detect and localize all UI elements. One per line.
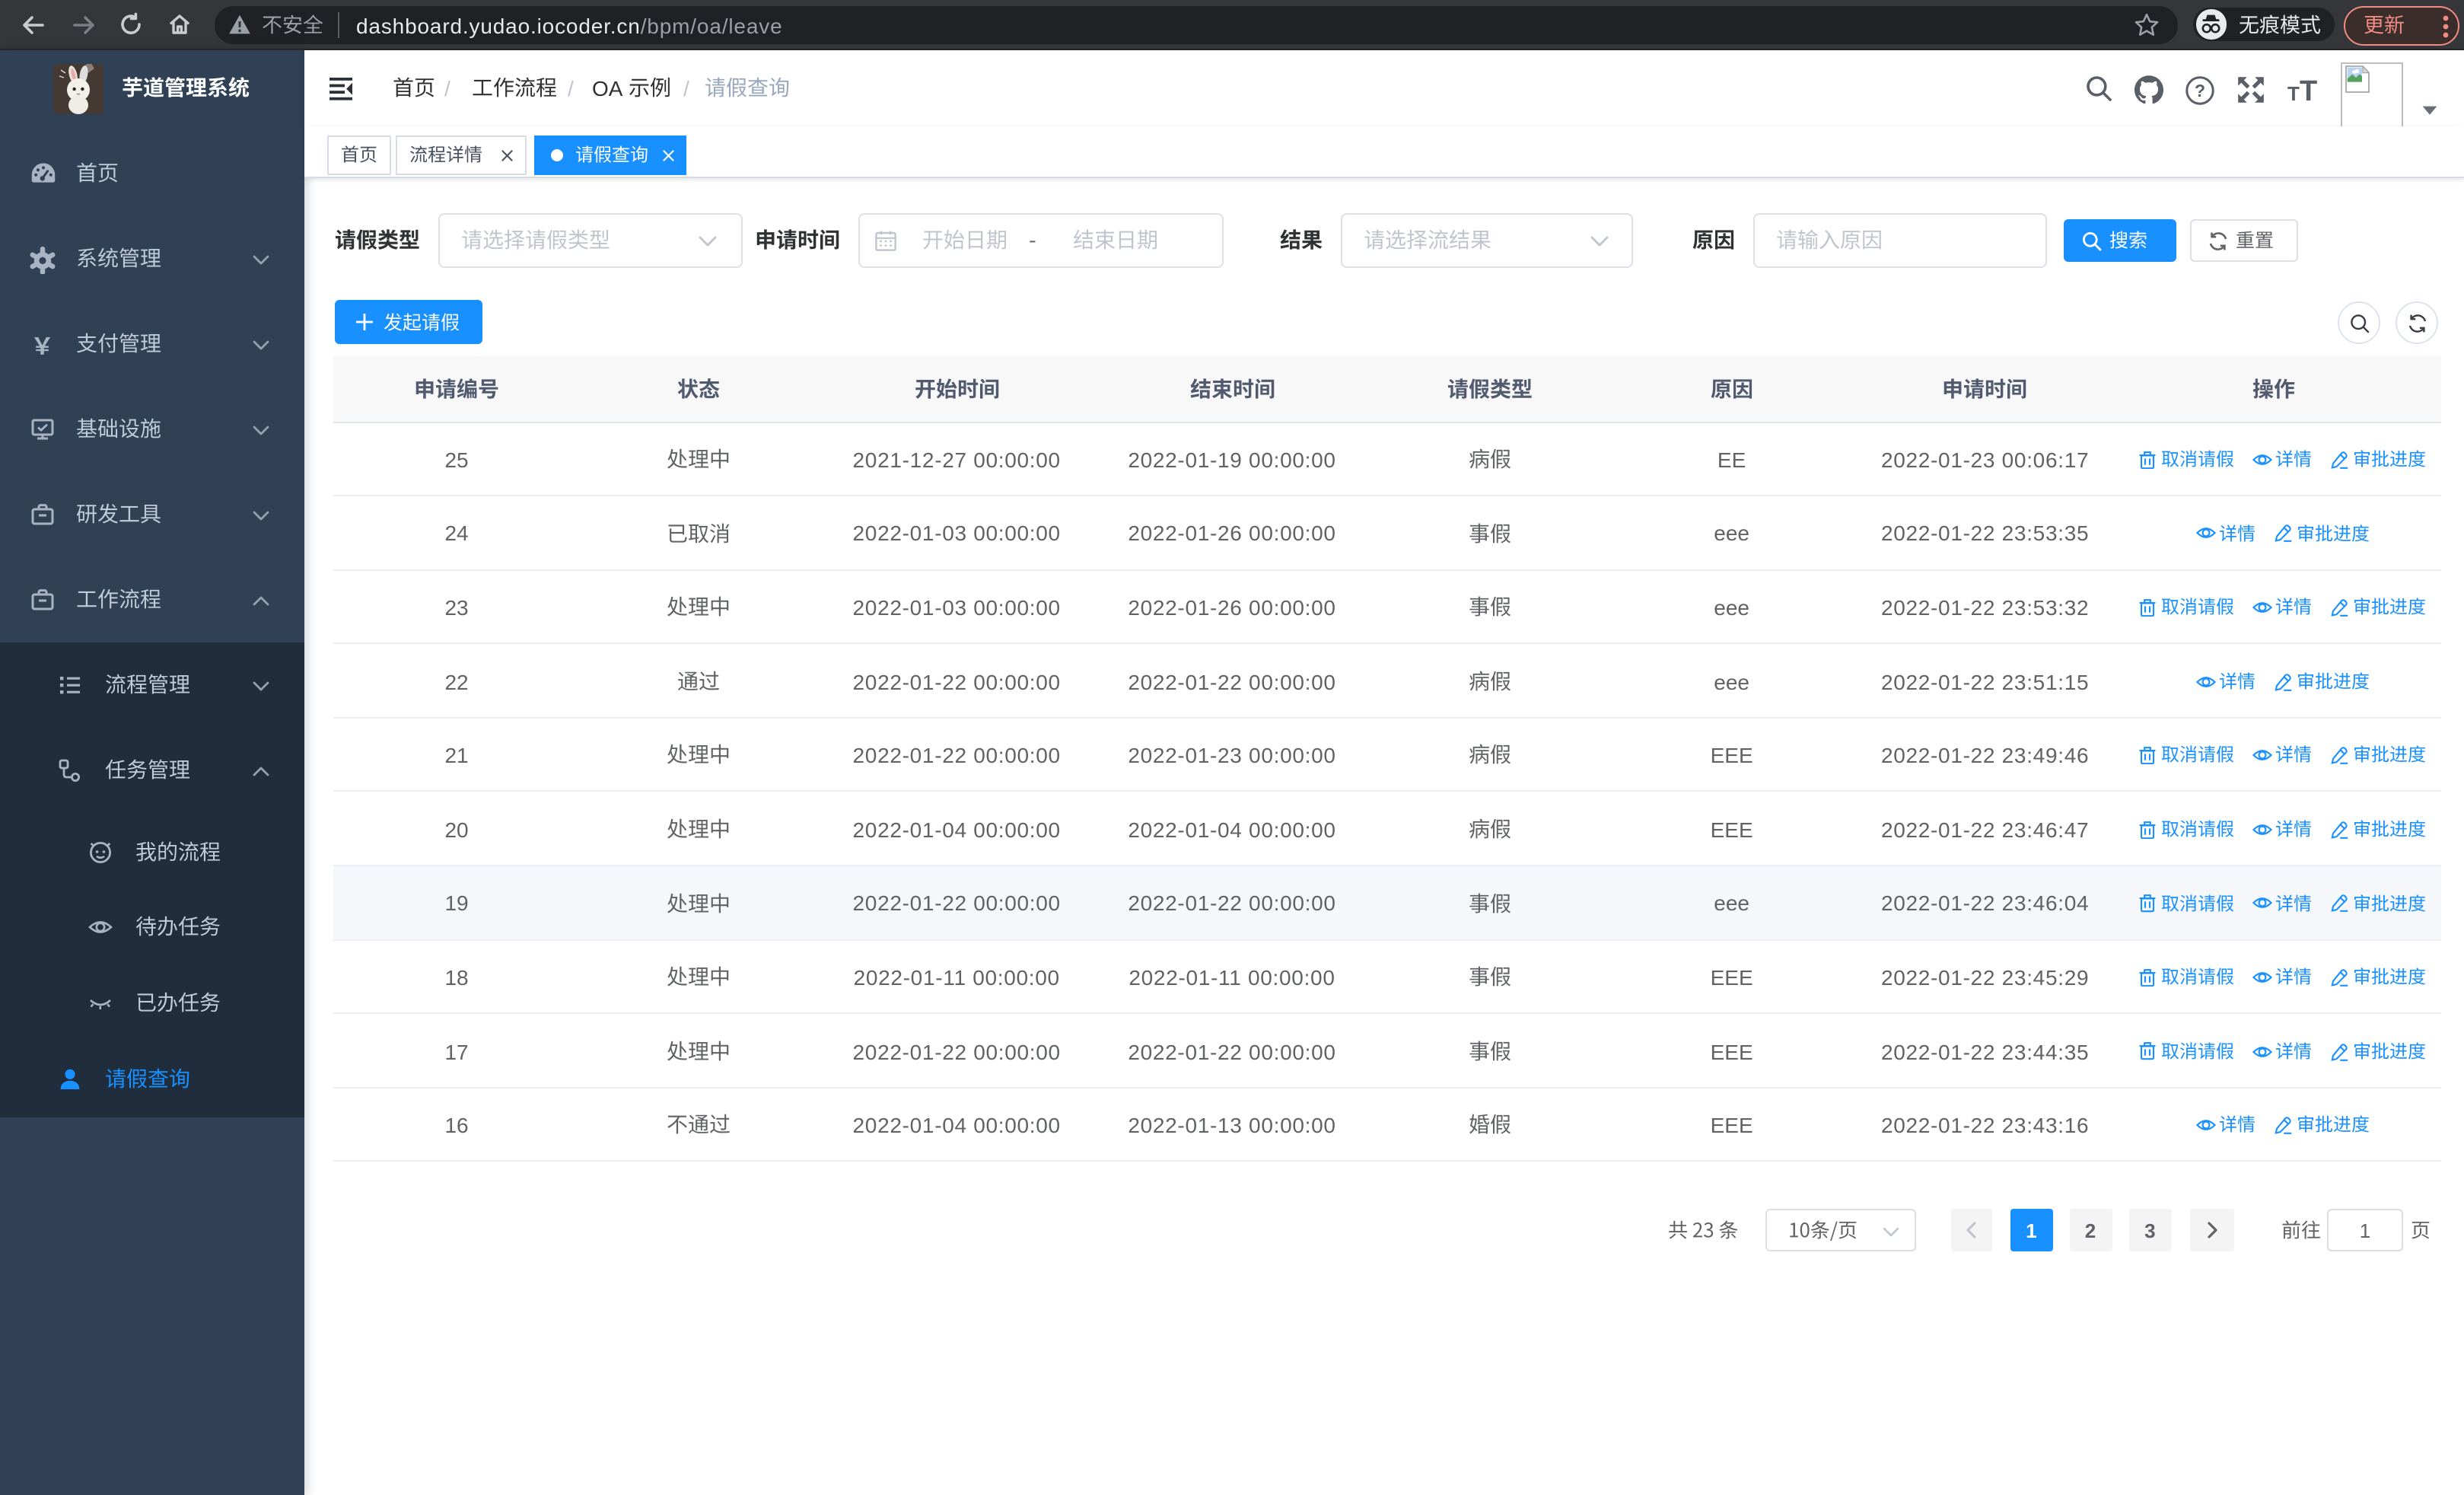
svg-text:T: T	[2287, 82, 2300, 104]
svg-text:?: ?	[2195, 80, 2205, 100]
svg-text:T: T	[2300, 75, 2317, 104]
